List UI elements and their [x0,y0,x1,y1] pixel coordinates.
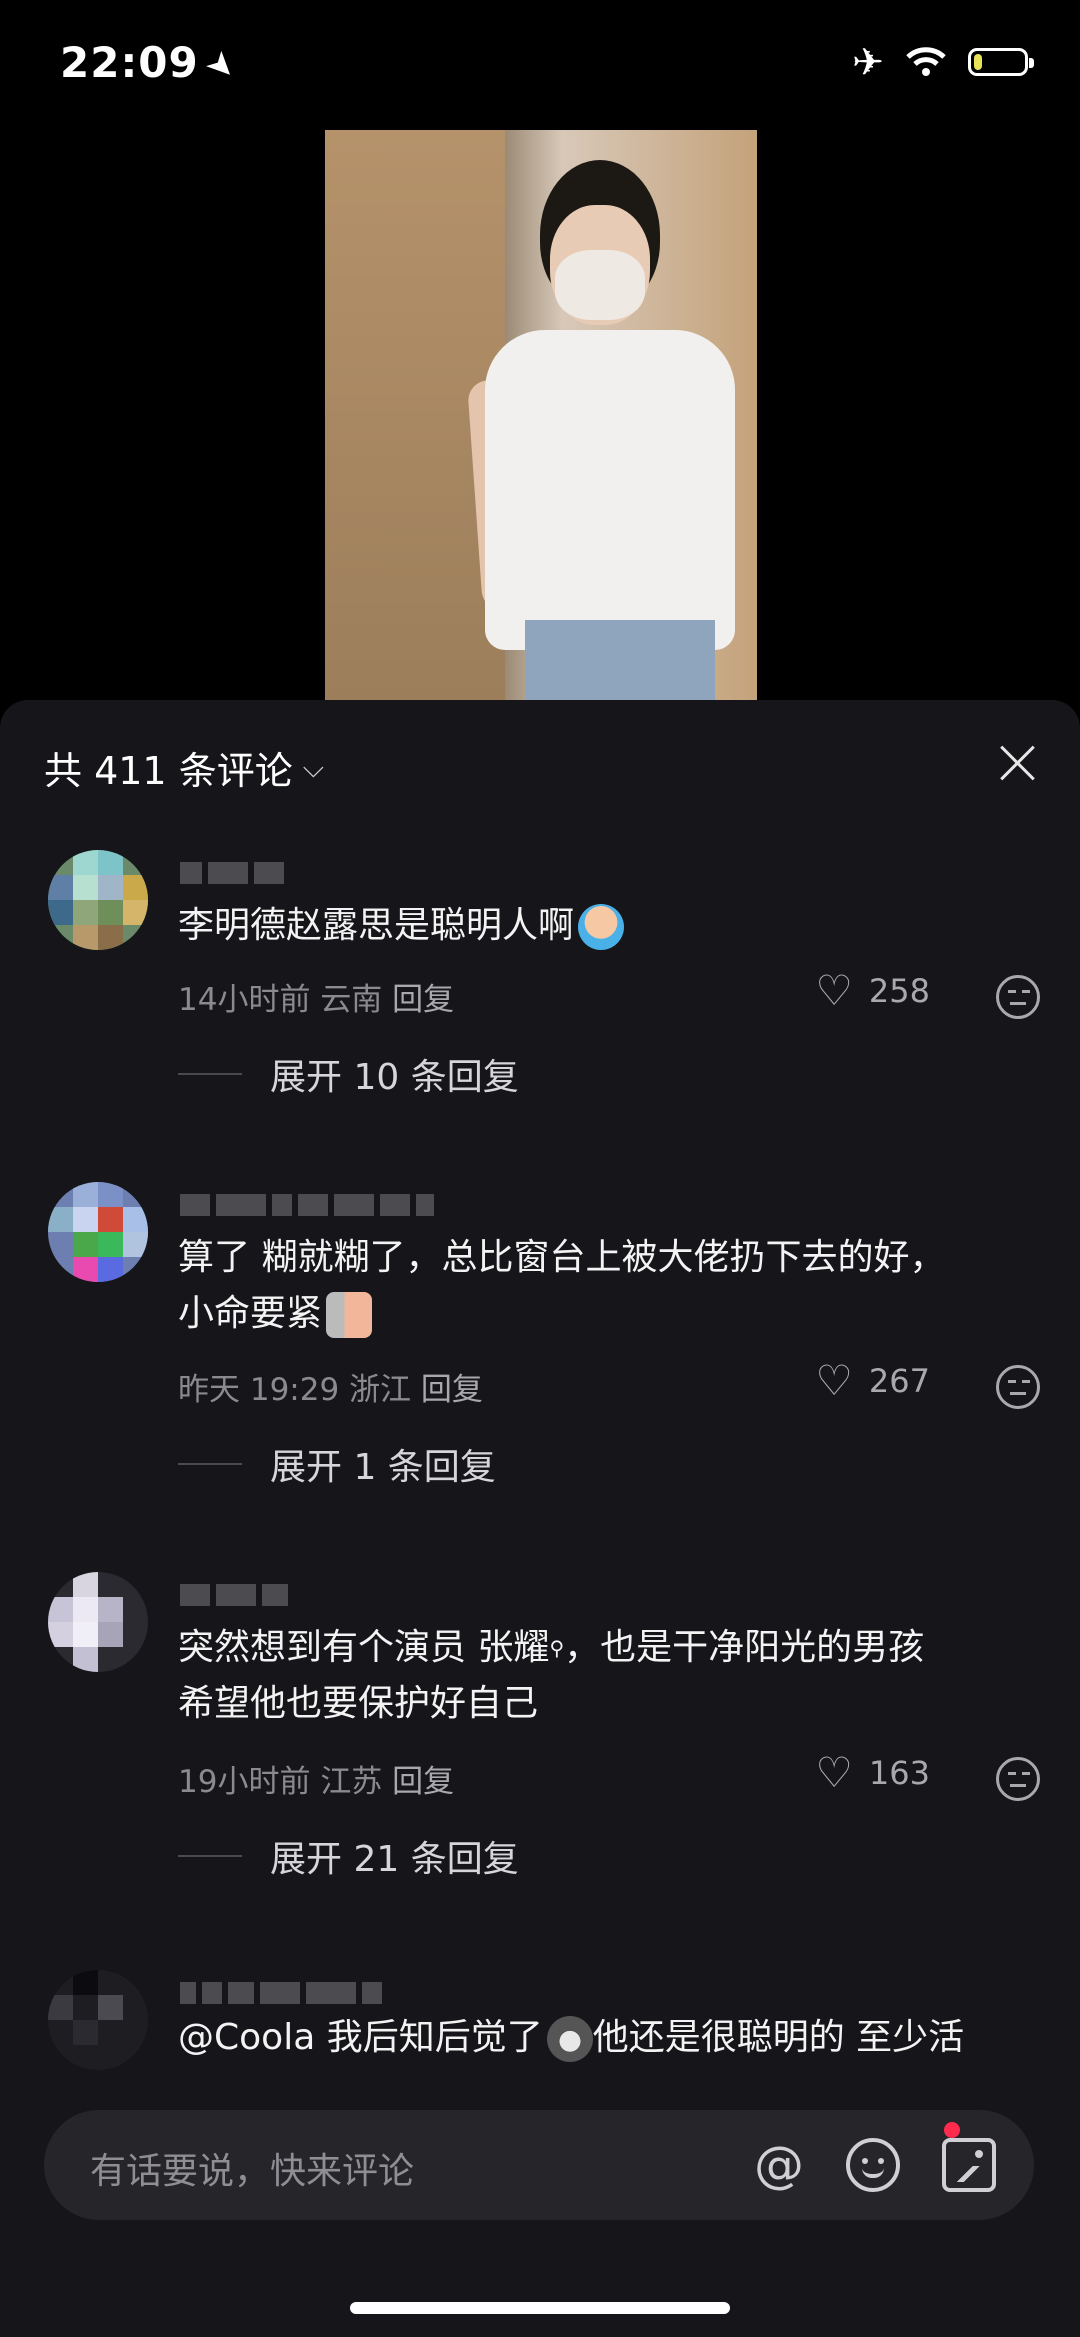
expand-replies-label: 展开 21 条回复 [270,1839,519,1880]
comment-text: 突然想到有个演员 张耀⚲，也是干净阳光的男孩 希望他也要保护好自己 [178,1620,1038,1732]
comment-text-line: 突然想到有个演员 张耀⚲，也是干净阳光的男孩 [178,1620,1038,1676]
video-player[interactable] [325,130,757,700]
comment-location: 江苏 [320,1764,383,1800]
comment-text-content: 小命要紧 [178,1293,323,1334]
battery-icon [968,48,1034,76]
emoji-icon [578,904,625,950]
comment-text-line: 希望他也要保护好自己 [178,1683,539,1724]
notification-dot [944,2122,960,2138]
emoji-icon [546,2016,593,2062]
comments-count: 共 411 条评论 [44,749,293,793]
heart-icon: ♡ [815,1748,853,1797]
expand-replies[interactable]: 展开 10 条回复 [178,1048,519,1100]
comment-location: 云南 [320,982,383,1018]
like-button[interactable]: ♡ 258 [815,970,930,1012]
chevron-down-icon: ⌵ [302,750,324,784]
comment-text-content: ，也是干净阳光的男孩 [564,1627,925,1668]
dislike-icon[interactable] [996,975,1040,1019]
comment-meta: 19小时前 江苏 回复 [178,1756,454,1801]
expand-replies-label: 展开 10 条回复 [270,1057,519,1098]
status-icons: ✈ [852,40,1034,84]
divider [178,1855,242,1857]
video-frame-figure [555,250,645,320]
avatar[interactable] [48,850,148,950]
airplane-mode-icon: ✈ [852,40,884,84]
comment-meta: 14小时前 云南 回复 [178,974,454,1019]
comment-input[interactable]: 有话要说，快来评论 [90,2142,414,2194]
like-count: 163 [868,1754,930,1792]
video-frame-figure [525,620,715,700]
like-button[interactable]: ♡ 163 [815,1752,930,1794]
like-count: 258 [868,972,930,1010]
expand-replies[interactable]: 展开 1 条回复 [178,1438,496,1490]
like-button[interactable]: ♡ 267 [815,1360,930,1402]
status-time-text: 22:09 [60,38,199,87]
comment-time: 14小时前 [178,982,311,1018]
close-button[interactable] [992,738,1042,788]
wifi-icon [906,47,946,76]
comment-text-content: 他还是很聪明的 至少活 [592,2017,965,2058]
heart-icon: ♡ [815,966,853,1015]
dislike-icon[interactable] [996,1757,1040,1801]
home-indicator[interactable] [350,2302,730,2314]
comment-text: 李明德赵露思是聪明人啊 [178,898,1038,954]
avatar[interactable] [48,1182,148,1282]
emoji-icon [326,1292,373,1338]
username-redacted[interactable] [180,1584,288,1606]
comment-text-content: @Coola 我后知后觉了 [178,2017,543,2058]
comment-text-content: 李明德赵露思是聪明人啊 [178,905,575,946]
expand-replies[interactable]: 展开 21 条回复 [178,1830,519,1882]
divider [178,1073,242,1075]
emoji-picker-icon[interactable] [846,2138,900,2192]
avatar[interactable] [48,1970,148,2070]
username-redacted[interactable] [180,1982,382,2004]
comment-text: @Coola 我后知后觉了 他还是很聪明的 至少活 [178,2010,1038,2066]
at-mention-icon[interactable]: @ [752,2138,806,2192]
avatar[interactable] [48,1572,148,1672]
username-redacted[interactable] [180,1194,434,1216]
divider [178,1463,242,1465]
status-time: 22:09➤ [60,38,246,91]
comment-location: 浙江 [349,1372,412,1408]
search-icon[interactable]: ⚲ [549,1636,564,1660]
comment-text: 算了 糊就糊了，总比窗台上被大佬扔下去的好， 小命要紧 [178,1230,1038,1342]
reply-button[interactable]: 回复 [392,1764,454,1800]
comment-meta: 昨天 19:29 浙江 回复 [178,1364,483,1409]
comments-count-header[interactable]: 共 411 条评论 ⌵ [44,740,324,795]
comment-text-line: 算了 糊就糊了，总比窗台上被大佬扔下去的好， [178,1237,946,1278]
comments-panel: 共 411 条评论 ⌵ 李明德赵露思是聪明人啊 14小时前 云南 回复 ♡ 25… [0,700,1080,2337]
comment-time: 19小时前 [178,1764,311,1800]
comment-text-content: 突然想到有个演员 张耀 [178,1627,550,1668]
like-count: 267 [868,1362,930,1400]
battery-level [974,54,982,70]
comment-input-bar[interactable]: 有话要说，快来评论 @ [44,2110,1034,2220]
image-upload-icon[interactable] [942,2138,996,2192]
comment-text-line: 小命要紧 [178,1286,1038,1342]
expand-replies-label: 展开 1 条回复 [270,1447,496,1488]
location-arrow-icon: ➤ [196,41,247,91]
video-frame-figure [485,330,735,650]
heart-icon: ♡ [815,1356,853,1405]
comment-time: 昨天 19:29 [178,1372,340,1408]
reply-button[interactable]: 回复 [392,982,454,1018]
reply-button[interactable]: 回复 [421,1372,483,1408]
dislike-icon[interactable] [996,1365,1040,1409]
username-redacted[interactable] [180,862,284,884]
